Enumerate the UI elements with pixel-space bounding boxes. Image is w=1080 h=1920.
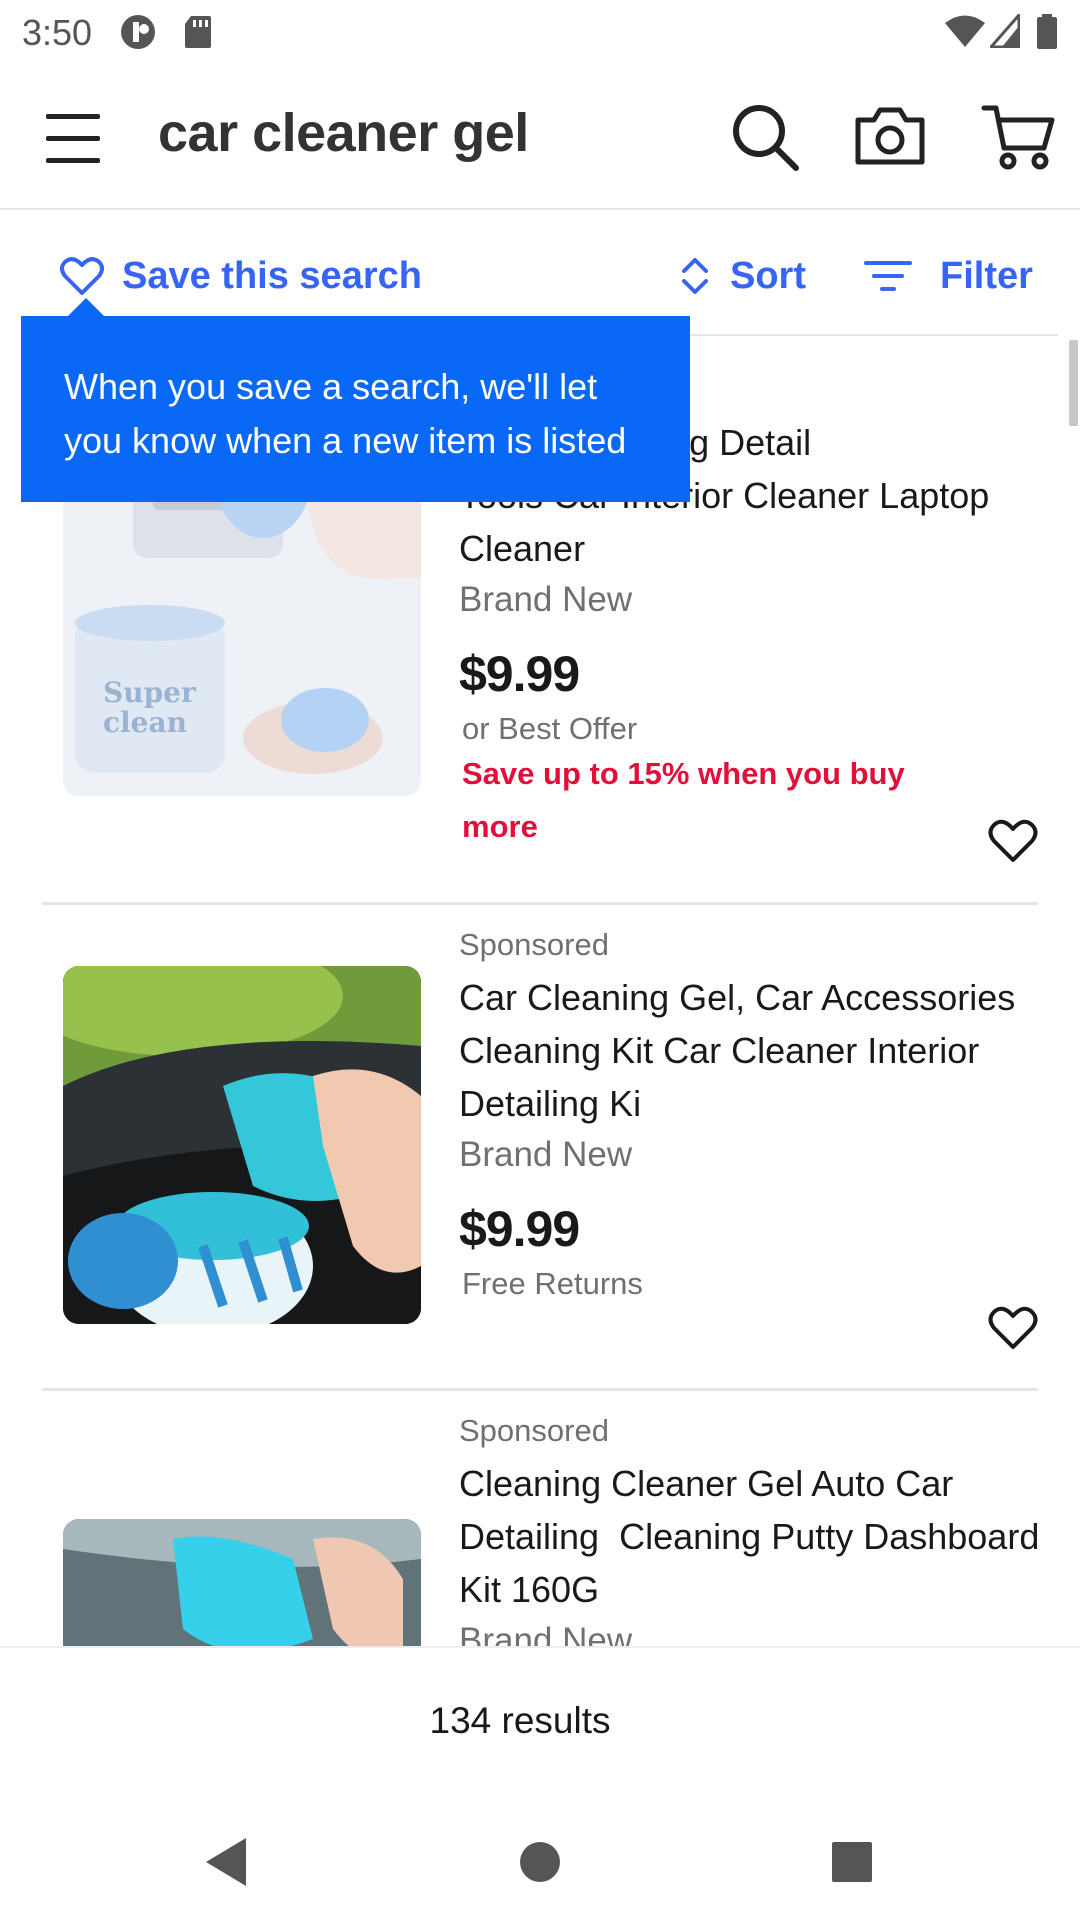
signal-icon <box>990 14 1020 48</box>
listing-item[interactable]: Sponsored Cleaning Cleaner Gel Auto Car … <box>0 1391 1080 1646</box>
battery-icon <box>1037 14 1057 49</box>
listing-title-line: Cleaning Kit Car Cleaner Interior <box>459 1030 980 1071</box>
free-returns-label: Free Returns <box>462 1266 643 1301</box>
save-search-label: Save this search <box>122 254 422 297</box>
best-offer-label: or Best Offer <box>462 711 638 746</box>
sponsored-label: Sponsored <box>459 927 609 962</box>
condition-label: Brand New <box>459 1135 633 1174</box>
listing-title-line: Car Cleaning Gel, Car Accessories <box>459 977 1016 1018</box>
sponsored-label: Sponsored <box>459 1413 609 1448</box>
condition-label: Brand New <box>459 580 633 619</box>
price: $9.99 <box>459 1201 580 1257</box>
listing-title[interactable]: Car Cleaning Gel, Car Accessories Cleani… <box>459 971 1059 1130</box>
product-image-label: Super clean <box>103 676 196 739</box>
results-count: 134 results <box>429 1700 611 1741</box>
tooltip-text: When you save a search, we'll let <box>64 366 598 407</box>
promo-label: Save up to 15% when you buy more <box>462 756 905 844</box>
save-search-tooltip[interactable]: When you save a search, we'll let you kn… <box>21 316 690 502</box>
key-icon <box>121 15 155 49</box>
filter-icon <box>864 261 912 291</box>
menu-icon[interactable] <box>46 114 100 164</box>
listing-info: Sponsored Cleaning Cleaner Gel Auto Car … <box>459 1413 1059 1646</box>
status-bar: 3:50 <box>0 0 1080 64</box>
watch-heart-icon[interactable] <box>988 818 1038 864</box>
sort-icon <box>682 258 708 294</box>
tooltip-arrow <box>68 298 104 316</box>
search-query[interactable]: car cleaner gel <box>158 102 529 164</box>
listing-title[interactable]: Cleaning Cleaner Gel Auto Car Detailing … <box>459 1457 1059 1616</box>
system-nav-bar <box>0 1798 1080 1920</box>
listing-title-line: Kit 160G <box>459 1569 600 1610</box>
condition-label: Brand New <box>459 1621 633 1646</box>
product-photo <box>63 966 421 1324</box>
tooltip-text: you know when a new item is listed <box>64 420 627 461</box>
listing-title-line: Detailing Cleaning Putty Dashboard <box>459 1516 1040 1557</box>
product-image[interactable] <box>63 966 421 1324</box>
divider <box>42 902 1038 905</box>
filter-label: Filter <box>940 254 1033 297</box>
listing-title-line: Detailing Ki <box>459 1083 642 1124</box>
product-image[interactable] <box>63 1519 421 1646</box>
listing-title-line: Cleaning Cleaner Gel Auto Car <box>459 1463 954 1504</box>
filter-button[interactable]: Filter <box>864 246 1033 306</box>
search-icon[interactable] <box>726 98 802 174</box>
status-time: 3:50 <box>22 12 93 53</box>
product-photo <box>63 1519 421 1646</box>
wifi-icon <box>945 15 985 47</box>
sort-label: Sort <box>730 254 806 297</box>
listing-info: Sponsored Car Cleaning Gel, Car Accessor… <box>459 927 1059 1302</box>
price: $9.99 <box>459 646 580 702</box>
results-bar: 134 results <box>0 1646 1080 1798</box>
sort-button[interactable]: Sort <box>680 246 806 306</box>
camera-icon[interactable] <box>852 98 928 174</box>
heart-outline-icon <box>60 257 104 295</box>
listing-title-line: Cleaner <box>459 528 586 569</box>
save-search-button[interactable]: Save this search <box>60 246 422 306</box>
app-header: car cleaner gel <box>0 64 1080 210</box>
back-icon[interactable] <box>198 1834 254 1890</box>
sd-card-icon <box>185 16 211 48</box>
scrollbar[interactable] <box>1069 340 1078 426</box>
cart-icon[interactable] <box>980 98 1056 174</box>
recents-icon[interactable] <box>824 1834 880 1890</box>
home-icon[interactable] <box>512 1834 568 1890</box>
watch-heart-icon[interactable] <box>988 1305 1038 1351</box>
